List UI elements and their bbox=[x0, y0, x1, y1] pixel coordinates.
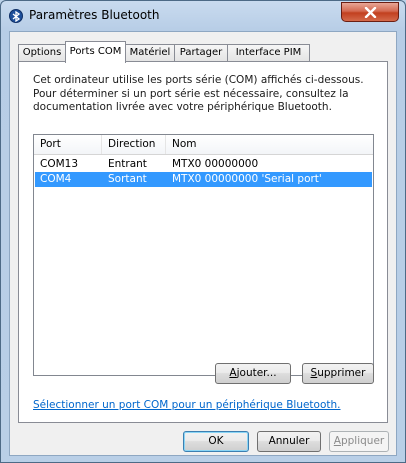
cell-port: COM4 bbox=[40, 173, 72, 185]
window-title: Paramètres Bluetooth bbox=[29, 8, 160, 22]
list-header: Port Direction Nom bbox=[34, 135, 373, 155]
apply-button-accelerator: A bbox=[333, 435, 341, 447]
tab-materiel[interactable]: Matériel bbox=[125, 44, 175, 62]
add-button[interactable]: Ajouter... bbox=[215, 363, 291, 384]
com-ports-list[interactable]: Port Direction Nom COM13 Entrant MTX0 00… bbox=[33, 134, 374, 376]
tab-options[interactable]: Options bbox=[18, 44, 66, 62]
bluetooth-settings-window: Paramètres Bluetooth Options Ports COM M… bbox=[0, 0, 406, 463]
tab-interface-pim[interactable]: Interface PIM bbox=[227, 44, 310, 62]
dialog-client-area: Options Ports COM Matériel Partager Inte… bbox=[9, 31, 397, 456]
cell-name: MTX0 00000000 bbox=[172, 158, 259, 170]
close-button[interactable] bbox=[341, 2, 399, 22]
cell-name: MTX0 00000000 'Serial port' bbox=[172, 173, 322, 185]
select-com-port-link[interactable]: Sélectionner un port COM pour un périphé… bbox=[33, 399, 341, 411]
tab-ports-com[interactable]: Ports COM bbox=[65, 41, 126, 63]
add-button-label-suffix: jouter... bbox=[236, 367, 277, 379]
tab-partager[interactable]: Partager bbox=[174, 44, 228, 62]
remove-button[interactable]: Supprimer bbox=[302, 363, 374, 384]
add-button-accelerator: A bbox=[229, 367, 237, 379]
cell-port: COM13 bbox=[40, 158, 79, 170]
table-row-selected[interactable]: COM4 Sortant MTX0 00000000 'Serial port' bbox=[35, 172, 372, 187]
ok-button[interactable]: OK bbox=[183, 431, 249, 452]
column-header-nom[interactable]: Nom bbox=[166, 135, 373, 154]
cell-direction: Entrant bbox=[108, 158, 147, 170]
apply-button-label: ppliquer bbox=[340, 435, 385, 447]
column-header-port[interactable]: Port bbox=[34, 135, 102, 154]
bluetooth-icon bbox=[9, 9, 23, 23]
cancel-button[interactable]: Annuler bbox=[257, 431, 321, 452]
close-icon bbox=[364, 7, 377, 18]
cell-direction: Sortant bbox=[108, 173, 147, 185]
column-header-direction[interactable]: Direction bbox=[102, 135, 166, 154]
table-row[interactable]: COM13 Entrant MTX0 00000000 bbox=[35, 157, 372, 172]
title-bar[interactable]: Paramètres Bluetooth bbox=[1, 1, 405, 31]
description-text: Cet ordinateur utilise les ports série (… bbox=[33, 74, 364, 113]
ports-com-panel: Cet ordinateur utilise les ports série (… bbox=[18, 61, 388, 423]
remove-button-label-suffix: upprimer bbox=[317, 367, 366, 379]
apply-button[interactable]: Appliquer bbox=[329, 431, 389, 452]
